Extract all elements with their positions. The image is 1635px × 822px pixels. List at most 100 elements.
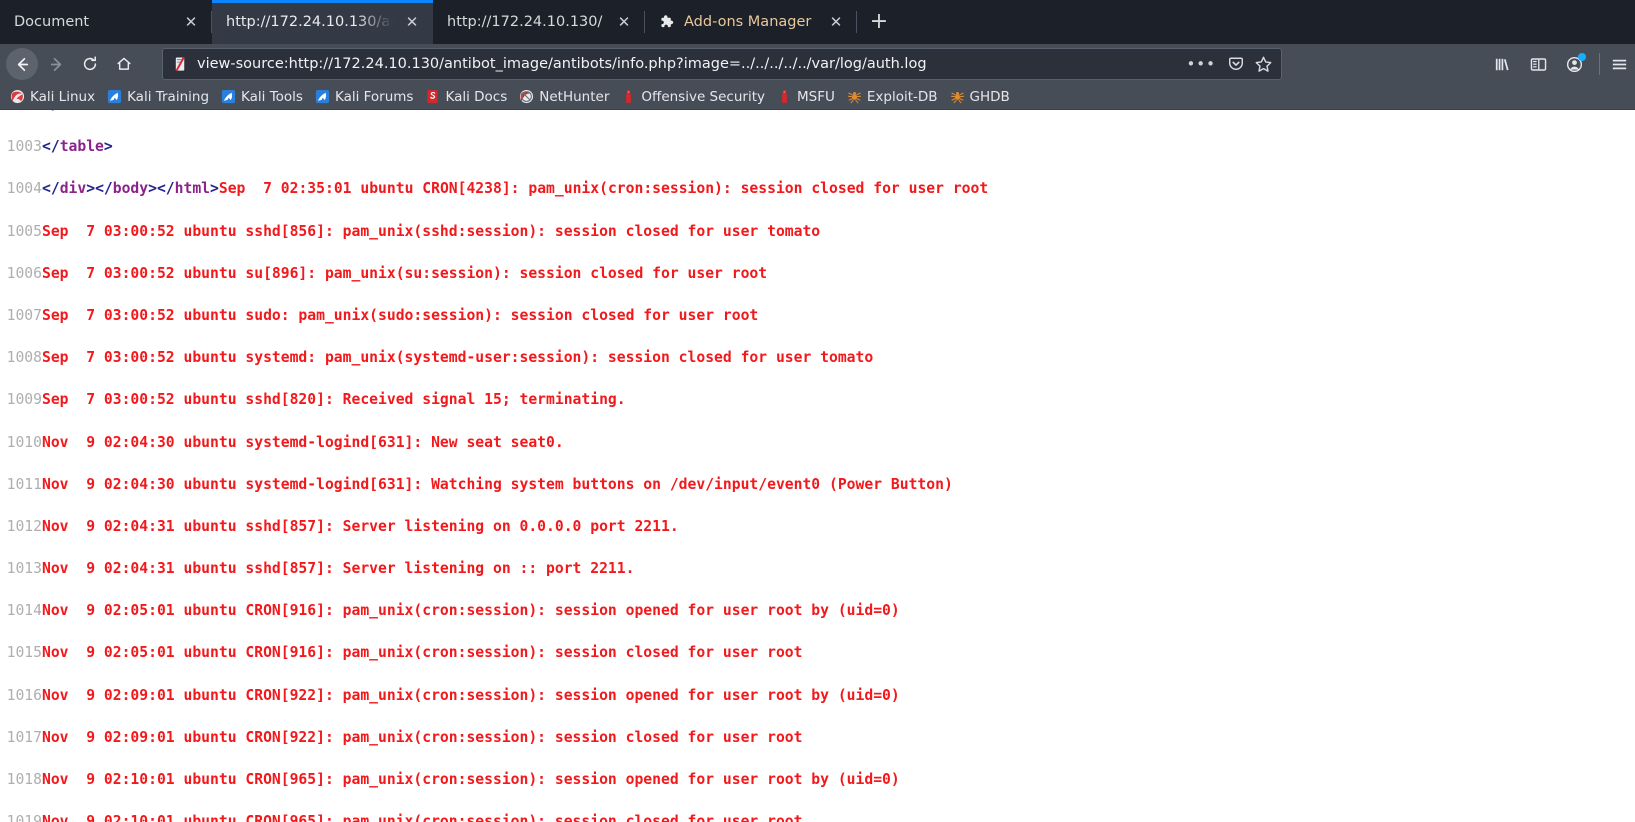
source-line: 1009Sep 7 03:00:52 ubuntu sshd[820]: Rec… <box>0 389 1635 410</box>
toolbar-right-controls <box>1480 48 1629 80</box>
log-text: Nov 9 02:09:01 ubuntu CRON[922]: pam_uni… <box>42 686 900 704</box>
account-icon[interactable] <box>1558 48 1590 80</box>
tab-title: Add-ons Manager <box>684 14 812 30</box>
hamburger-menu-icon[interactable] <box>1609 48 1629 80</box>
line-number: 1013 <box>6 560 42 578</box>
bookmark-kali-docs[interactable]: Kali Docs <box>419 87 513 107</box>
log-text: Nov 9 02:04:31 ubuntu sshd[857]: Server … <box>42 517 679 535</box>
bookmark-label: Kali Linux <box>30 88 96 105</box>
new-tab-button[interactable]: + <box>861 4 897 40</box>
source-line: 1013Nov 9 02:04:31 ubuntu sshd[857]: Ser… <box>0 558 1635 579</box>
line-number: 1008 <box>6 349 42 367</box>
bookmark-kali-linux[interactable]: Kali Linux <box>4 87 101 107</box>
log-text: Nov 9 02:10:01 ubuntu CRON[965]: pam_uni… <box>42 813 803 822</box>
html-tag: > <box>148 180 157 198</box>
line-number: 1002 <box>0 110 42 115</box>
source-line: 1012Nov 9 02:04:31 ubuntu sshd[857]: Ser… <box>0 516 1635 537</box>
page-content-view-source[interactable]: 1002</table> 1003</table> 1004</div></bo… <box>0 110 1635 822</box>
puzzle-piece-icon <box>659 14 676 31</box>
bookmark-label: GHDB <box>969 88 1010 105</box>
source-line: 1018Nov 9 02:10:01 ubuntu CRON[965]: pam… <box>0 769 1635 790</box>
source-line: 1017Nov 9 02:09:01 ubuntu CRON[922]: pam… <box>0 727 1635 748</box>
source-line: 1010Nov 9 02:04:30 ubuntu systemd-logind… <box>0 432 1635 453</box>
bookmark-label: Kali Docs <box>445 88 508 105</box>
pocket-icon[interactable] <box>1227 55 1245 73</box>
home-icon[interactable] <box>108 48 140 80</box>
html-tag: > <box>86 180 96 198</box>
html-tag: div <box>59 180 87 198</box>
log-text: Nov 9 02:09:01 ubuntu CRON[922]: pam_uni… <box>42 728 803 746</box>
exploit-db-spider-icon <box>847 89 862 104</box>
view-source-page-icon[interactable] <box>173 56 188 72</box>
library-icon[interactable] <box>1486 48 1518 80</box>
bookmark-label: Kali Tools <box>241 88 303 105</box>
tab-bar: Document ✕ http://172.24.10.130/antibot_… <box>0 0 1635 44</box>
bookmark-offensive-security[interactable]: Offensive Security <box>615 87 771 107</box>
kali-dragon-icon <box>10 89 25 104</box>
sidebar-icon[interactable] <box>1522 48 1554 80</box>
log-text: Sep 7 03:00:52 ubuntu sudo: pam_unix(sud… <box>42 306 759 324</box>
offsec-icon <box>621 89 636 104</box>
reload-icon[interactable] <box>74 48 106 80</box>
line-number: 1015 <box>6 644 42 662</box>
line-number: 1017 <box>6 728 42 746</box>
exploit-db-spider-icon <box>950 89 965 104</box>
log-text: Sep 7 03:00:52 ubuntu su[896]: pam_unix(… <box>42 264 768 282</box>
line-number: 1005 <box>6 222 42 240</box>
line-number: 1014 <box>6 602 42 620</box>
url-text[interactable]: view-source:http://172.24.10.130/antibot… <box>197 56 1175 72</box>
bookmark-msfu[interactable]: MSFU <box>771 87 841 107</box>
source-line: 1016Nov 9 02:09:01 ubuntu CRON[922]: pam… <box>0 685 1635 706</box>
line-number: 1019 <box>6 813 42 822</box>
tab-separator <box>856 11 857 33</box>
nethunter-icon <box>519 89 534 104</box>
bookmark-kali-training[interactable]: Kali Training <box>101 87 215 107</box>
star-icon[interactable] <box>1254 55 1273 74</box>
log-text: Sep 7 03:00:52 ubuntu sshd[820]: Receive… <box>42 391 626 409</box>
bookmark-kali-forums[interactable]: Kali Forums <box>309 87 420 107</box>
tab-close-icon[interactable]: ✕ <box>180 11 202 33</box>
source-line: 1003</table> <box>0 136 1635 157</box>
log-text: Nov 9 02:05:01 ubuntu CRON[916]: pam_uni… <box>42 644 803 662</box>
line-number: 1009 <box>6 391 42 409</box>
log-text: Nov 9 02:04:30 ubuntu systemd-logind[631… <box>42 433 564 451</box>
line-number: 1011 <box>6 475 42 493</box>
source-line: 1005Sep 7 03:00:52 ubuntu sshd[856]: pam… <box>0 221 1635 242</box>
back-arrow-icon[interactable] <box>6 48 38 80</box>
bookmark-exploit-db[interactable]: Exploit-DB <box>841 87 944 107</box>
browser-tab-root-index[interactable]: http://172.24.10.130/ ✕ <box>433 0 645 44</box>
log-text: Sep 7 02:35:01 ubuntu CRON[4238]: pam_un… <box>218 180 989 198</box>
html-tag: > <box>103 138 113 156</box>
tab-close-icon[interactable]: ✕ <box>613 11 635 33</box>
html-tag: html <box>174 180 211 198</box>
browser-tab-antibot-active[interactable]: http://172.24.10.130/antibot_ ✕ <box>212 0 433 44</box>
source-line: 1007Sep 7 03:00:52 ubuntu sudo: pam_unix… <box>0 305 1635 326</box>
navigation-toolbar: view-source:http://172.24.10.130/antibot… <box>0 44 1635 84</box>
bookmark-label: Exploit-DB <box>866 88 938 105</box>
tab-title: http://172.24.10.130/antibot_ <box>226 14 393 30</box>
line-number: 1016 <box>6 686 42 704</box>
page-actions-icon[interactable]: ••• <box>1184 56 1218 72</box>
tab-close-icon[interactable]: ✕ <box>401 11 423 33</box>
bookmark-label: Offensive Security <box>641 88 765 105</box>
toolbar-divider <box>1599 53 1600 75</box>
source-code-listing[interactable]: 1002</table> 1003</table> 1004</div></bo… <box>0 110 1635 822</box>
bookmark-nethunter[interactable]: NetHunter <box>513 87 615 107</box>
source-line: 1014Nov 9 02:05:01 ubuntu CRON[916]: pam… <box>0 600 1635 621</box>
bookmark-label: Kali Forums <box>334 88 414 105</box>
log-text: Sep 7 03:00:52 ubuntu systemd: pam_unix(… <box>42 349 874 367</box>
url-bar-container: view-source:http://172.24.10.130/antibot… <box>162 48 1472 80</box>
source-line: 1011Nov 9 02:04:30 ubuntu systemd-logind… <box>0 474 1635 495</box>
browser-tab-addons-manager[interactable]: Add-ons Manager ✕ <box>645 0 857 44</box>
html-tag: table <box>60 110 104 113</box>
line-number: 1010 <box>6 433 42 451</box>
browser-tab-document[interactable]: Document ✕ <box>0 0 212 44</box>
line-number: 1012 <box>6 517 42 535</box>
line-number: 1007 <box>6 306 42 324</box>
tab-close-icon[interactable]: ✕ <box>825 11 847 33</box>
url-bar[interactable]: view-source:http://172.24.10.130/antibot… <box>162 48 1282 80</box>
html-tag: </ <box>42 180 60 198</box>
bookmark-ghdb[interactable]: GHDB <box>944 87 1016 107</box>
line-number: 1003 <box>6 138 42 156</box>
bookmark-kali-tools[interactable]: Kali Tools <box>215 87 309 107</box>
